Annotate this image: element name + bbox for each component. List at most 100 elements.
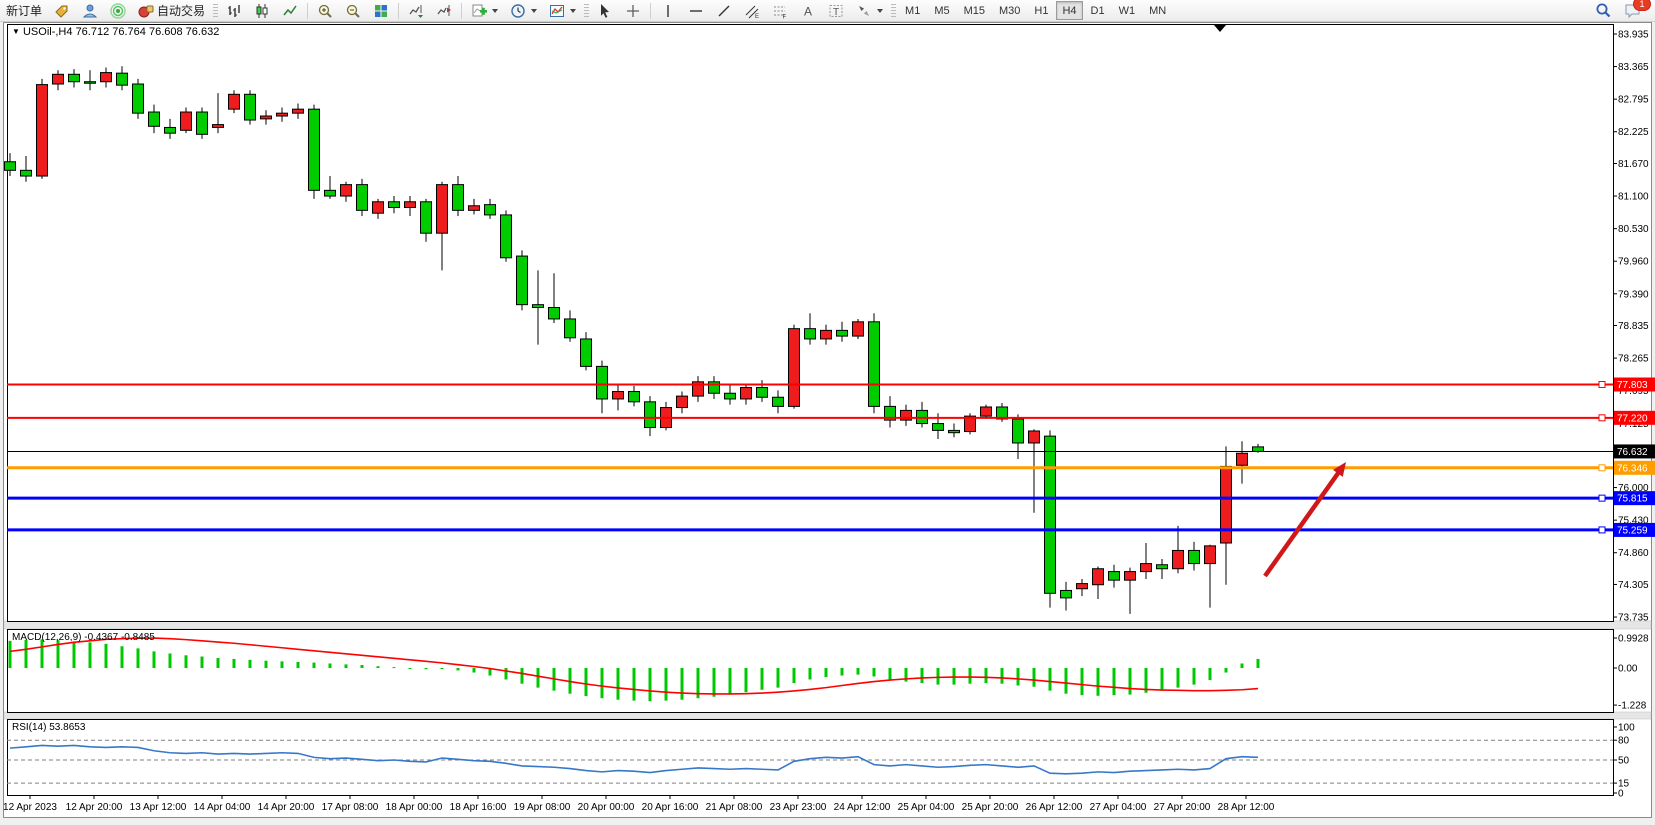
auto-trading-icon: [138, 3, 154, 19]
text-label-tool-button[interactable]: T: [823, 0, 849, 21]
candle-body: [1093, 569, 1104, 585]
level-price-badge-label: 76.346: [1617, 463, 1648, 474]
candle-body: [485, 205, 496, 215]
line-chart-button[interactable]: [277, 0, 303, 21]
candle-body: [133, 84, 144, 113]
level-handle[interactable]: [1599, 527, 1605, 533]
level-handle[interactable]: [1599, 465, 1605, 471]
time-axis-label: 27 Apr 20:00: [1154, 802, 1211, 813]
horizontal-line-tool-button[interactable]: [683, 0, 709, 21]
profile-button[interactable]: [77, 0, 103, 21]
pane-splitter[interactable]: [4, 621, 1651, 629]
macd-histogram-bar: [457, 668, 460, 670]
level-handle[interactable]: [1599, 382, 1605, 388]
time-axis-label: 27 Apr 04:00: [1090, 802, 1147, 813]
candle-body: [597, 366, 608, 399]
macd-histogram-bar: [745, 668, 748, 692]
notifications-button[interactable]: 1: [1619, 0, 1647, 21]
pane-splitter[interactable]: [4, 712, 1651, 719]
candle-body: [1109, 572, 1120, 581]
zoom-in-button[interactable]: [312, 0, 338, 21]
candlestick-chart-button[interactable]: [249, 0, 275, 21]
auto-scroll-button[interactable]: [403, 0, 429, 21]
timeframe-button-H4[interactable]: H4: [1056, 1, 1082, 20]
chart-symbol-period: USOil-,H4: [23, 26, 73, 38]
macd-histogram-bar: [185, 655, 188, 668]
templates-button[interactable]: [544, 0, 581, 21]
candle-body: [1013, 419, 1024, 443]
price-tag-button[interactable]: [49, 0, 75, 21]
candle-body: [469, 206, 480, 211]
bar-chart-icon: [226, 3, 242, 19]
level-handle[interactable]: [1599, 495, 1605, 501]
macd-histogram-bar: [441, 668, 444, 669]
candle-body: [165, 127, 176, 133]
timeframe-button-H1[interactable]: H1: [1028, 1, 1054, 20]
crosshair-tool-button[interactable]: [620, 0, 646, 21]
timeframe-button-MN[interactable]: MN: [1143, 1, 1172, 20]
timeframe-button-M1[interactable]: M1: [899, 1, 926, 20]
channel-tool-button[interactable]: E: [739, 0, 765, 21]
candle-body: [21, 170, 32, 176]
candle-body: [805, 329, 816, 339]
price-tick-label: 82.225: [1618, 127, 1649, 138]
chart-shift-button[interactable]: [431, 0, 457, 21]
zoom-out-button[interactable]: [340, 0, 366, 21]
tile-windows-button[interactable]: [368, 0, 394, 21]
tile-windows-icon: [373, 3, 389, 19]
candle-body: [101, 73, 112, 82]
macd-histogram-bar: [89, 642, 92, 668]
vertical-line-icon: [660, 3, 676, 19]
candle-body: [1157, 565, 1168, 569]
time-axis-label: 18 Apr 16:00: [450, 802, 507, 813]
rsi-tick-label: 50: [1618, 756, 1630, 767]
macd-tick-label: -1.228: [1618, 701, 1647, 712]
rsi-indicator-label: RSI(14) 53.8653: [12, 722, 85, 733]
current-price-badge-label: 76.632: [1617, 447, 1648, 458]
cursor-tool-button[interactable]: [592, 0, 618, 21]
macd-histogram-bar: [249, 660, 252, 668]
periods-button[interactable]: [505, 0, 542, 21]
chart-canvas[interactable]: 83.93583.36582.79582.22581.67081.10080.5…: [0, 0, 1655, 825]
candle-body: [1253, 447, 1264, 452]
bar-chart-button[interactable]: [221, 0, 247, 21]
macd-histogram-bar: [793, 668, 796, 683]
level-handle[interactable]: [1599, 415, 1605, 421]
candle-body: [389, 202, 400, 208]
timeframe-button-D1[interactable]: D1: [1085, 1, 1111, 20]
indicators-button[interactable]: [466, 0, 503, 21]
candle-body: [1077, 584, 1088, 589]
macd-histogram-bar: [1081, 668, 1084, 695]
fibonacci-icon: F: [772, 3, 788, 19]
macd-histogram-bar: [1241, 663, 1244, 668]
candle-body: [117, 73, 128, 85]
timeframe-button-M5[interactable]: M5: [928, 1, 955, 20]
timeframe-button-W1[interactable]: W1: [1113, 1, 1142, 20]
fibonacci-tool-button[interactable]: F: [767, 0, 793, 21]
auto-trading-button[interactable]: 自动交易: [133, 0, 210, 21]
vertical-line-tool-button[interactable]: [655, 0, 681, 21]
macd-histogram-bar: [41, 639, 44, 668]
notification-badge: 1: [1633, 0, 1651, 11]
macd-histogram-bar: [1033, 668, 1036, 687]
one-click-expander-icon[interactable]: ▼: [12, 27, 20, 36]
rsi-pane[interactable]: [8, 720, 1614, 796]
candle-body: [405, 202, 416, 208]
main-toolbar: 新订单 自动交易: [0, 0, 1655, 22]
timeframe-button-M15[interactable]: M15: [958, 1, 991, 20]
trendline-tool-button[interactable]: [711, 0, 737, 21]
line-chart-icon: [282, 3, 298, 19]
arrows-tool-button[interactable]: [851, 0, 888, 21]
candle-body: [37, 85, 48, 176]
candle-body: [549, 308, 560, 319]
macd-histogram-bar: [873, 668, 876, 676]
macd-histogram-bar: [857, 668, 860, 675]
new-order-button[interactable]: 新订单: [1, 0, 47, 21]
search-button[interactable]: [1590, 0, 1617, 21]
signals-button[interactable]: [105, 0, 131, 21]
candle-body: [1237, 453, 1248, 465]
text-tool-button[interactable]: A: [795, 0, 821, 21]
toolbar-grip: [213, 4, 218, 18]
candle-body: [149, 112, 160, 126]
timeframe-button-M30[interactable]: M30: [993, 1, 1026, 20]
